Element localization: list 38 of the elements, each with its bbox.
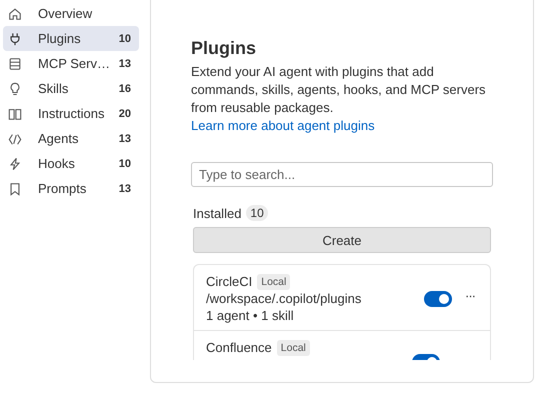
- description: Extend your AI agent with plugins that add commands, skills, agents, hooks, and MCP servers from reusable packages.: [191, 63, 487, 117]
- sidebar-item[interactable]: Skills 16: [3, 76, 139, 101]
- more-button[interactable]: ···: [462, 288, 478, 303]
- plugin-name: Confluence: [206, 339, 272, 356]
- sidebar-item[interactable]: Prompts 13: [3, 176, 139, 201]
- enable-toggle[interactable]: [424, 290, 452, 306]
- book-icon: [8, 106, 22, 120]
- home-icon: [8, 6, 22, 20]
- count: 10: [118, 158, 131, 170]
- create-button[interactable]: Create: [193, 227, 491, 253]
- plugin-summary: 1 agent • 1 skill: [206, 307, 295, 324]
- lightning-icon: [8, 156, 22, 170]
- count: 10: [118, 32, 131, 44]
- server-icon: [8, 56, 22, 70]
- installed-label: Installed: [193, 206, 242, 220]
- count: 13: [118, 132, 131, 144]
- search-field[interactable]: Type to search...: [191, 162, 493, 187]
- bookmark-icon: [8, 182, 22, 196]
- learn-more-link[interactable]: Learn more about agent plugins: [191, 118, 375, 133]
- code-icon: [8, 132, 22, 146]
- plugin-path: /workspace/.copilot/plugins: [206, 290, 362, 307]
- local-tag: Local: [276, 340, 310, 356]
- count: 16: [118, 82, 131, 94]
- plugin-name: CircleCI: [206, 273, 252, 290]
- installed-count: 10: [246, 205, 268, 221]
- sidebar-item[interactable]: Hooks 10: [3, 151, 139, 176]
- plug-icon: [8, 32, 22, 46]
- count: 13: [118, 182, 131, 194]
- sidebar-item[interactable]: MCP Serv… 13: [3, 51, 139, 76]
- lightbulb-icon: [8, 82, 22, 96]
- page-title: Plugins: [191, 38, 258, 59]
- count: 20: [118, 108, 131, 120]
- sidebar-item[interactable]: Instructions 20: [3, 101, 139, 126]
- local-tag: Local: [257, 274, 290, 290]
- sidebar-item[interactable]: Overview: [3, 1, 139, 26]
- sidebar-item[interactable]: Plugins 10: [3, 26, 139, 51]
- count: 13: [118, 58, 131, 70]
- sidebar-item[interactable]: Agents 13: [3, 126, 139, 151]
